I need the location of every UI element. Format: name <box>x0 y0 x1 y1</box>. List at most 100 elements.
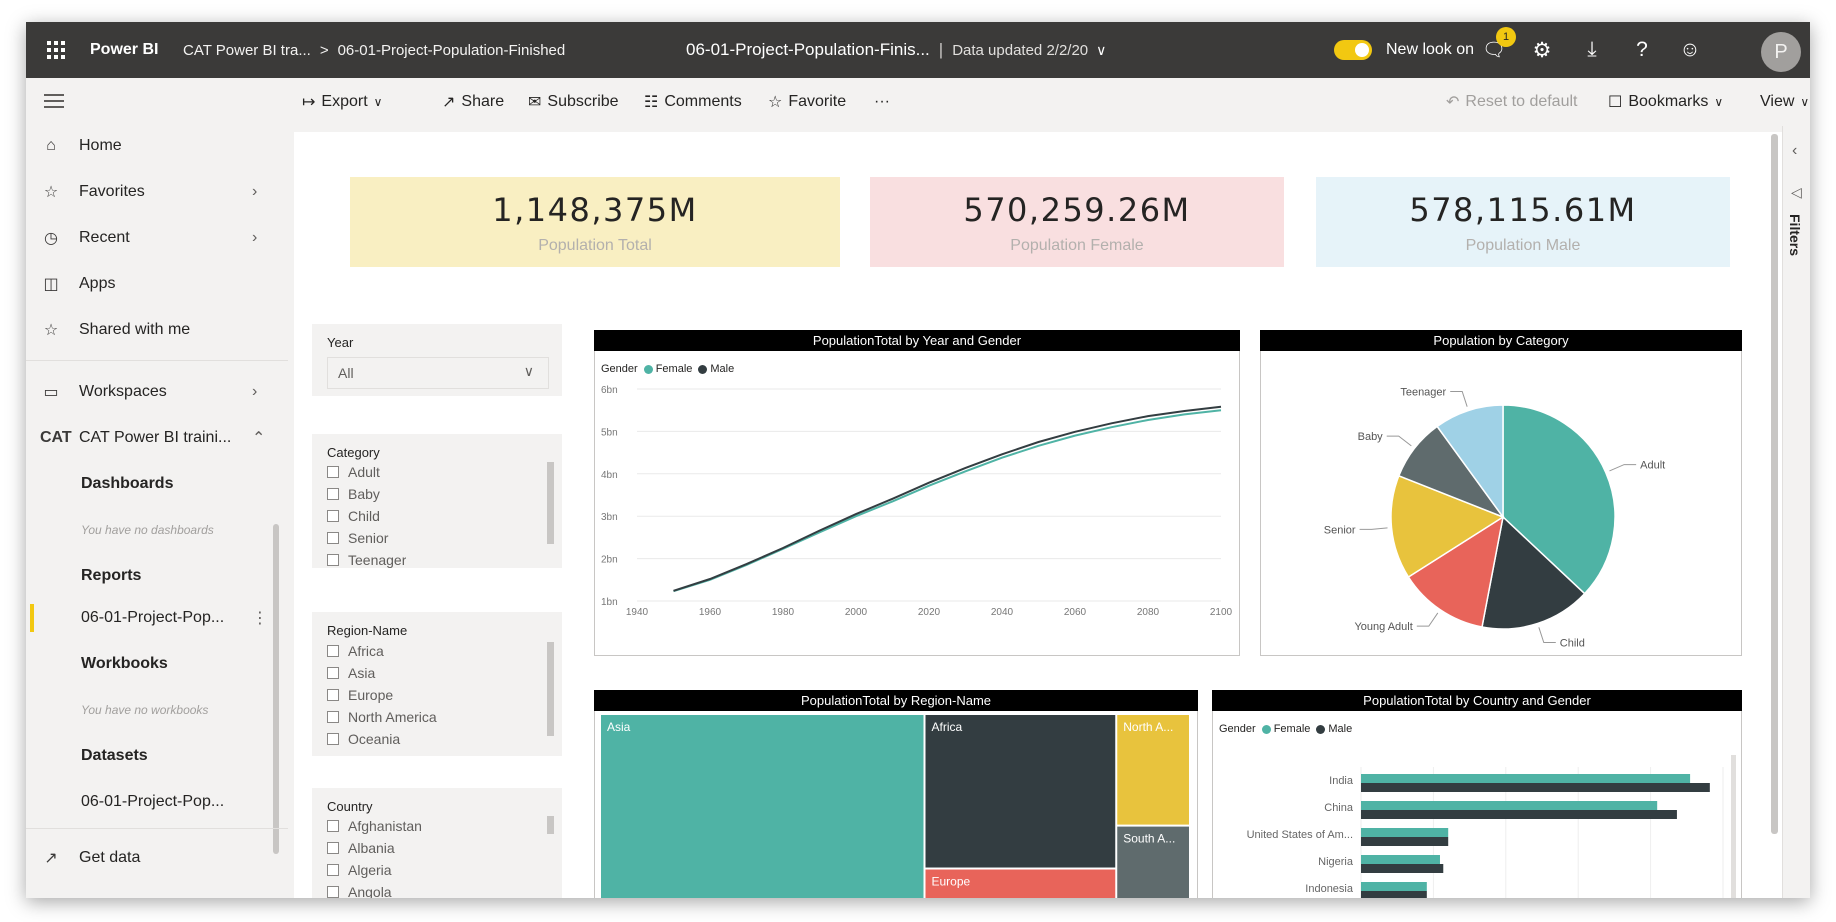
slicer-option[interactable]: Europe <box>327 687 393 703</box>
checkbox[interactable] <box>327 886 339 898</box>
more-options-button[interactable]: ··· <box>874 78 890 126</box>
export-button[interactable]: ↦ Export ∨ <box>302 78 382 126</box>
undo-icon: ↶ <box>1446 94 1460 111</box>
app-name[interactable]: Power BI <box>90 22 158 78</box>
line-chart-visual[interactable]: PopulationTotal by Year and Gender Gende… <box>594 330 1240 656</box>
slicer-category: Category Adult Baby Child Senior Teenage… <box>312 434 562 568</box>
workbooks-heading: Workbooks <box>81 655 168 672</box>
home-icon: ⌂ <box>46 137 56 154</box>
slicer-scrollbar[interactable] <box>547 816 554 834</box>
checkbox[interactable] <box>327 532 339 544</box>
checkbox[interactable] <box>327 864 339 876</box>
breadcrumb-workspace[interactable]: CAT Power BI tra... <box>183 42 311 59</box>
nav-item-report[interactable]: 06-01-Project-Pop... ⋮ <box>26 600 288 636</box>
settings-button[interactable]: ⚙ <box>1524 22 1560 78</box>
breadcrumb-report[interactable]: 06-01-Project-Population-Finished <box>338 42 566 59</box>
report-title: 06-01-Project-Population-Finis... <box>686 40 930 59</box>
nav-item-favorites[interactable]: ☆ Favorites › <box>26 174 288 210</box>
slicer-scrollbar[interactable] <box>547 642 554 736</box>
nav-item-get-data[interactable]: ↗ Get data <box>26 840 288 876</box>
y-tick-label: 2bn <box>601 555 618 566</box>
chevron-right-icon: › <box>252 229 258 246</box>
card-population-total[interactable]: 1,148,375M Population Total <box>350 177 840 267</box>
slicer-option[interactable]: Afghanistan <box>327 818 422 834</box>
slicer-option[interactable]: North America <box>327 709 437 725</box>
checkbox[interactable] <box>327 667 339 679</box>
checkbox[interactable] <box>327 510 339 522</box>
checkbox[interactable] <box>327 842 339 854</box>
bookmark-icon: ☐ <box>1608 94 1623 111</box>
download-button[interactable]: ⤓ <box>1574 22 1610 78</box>
favorite-button[interactable]: ☆ Favorite <box>768 78 846 126</box>
checkbox[interactable] <box>327 645 339 657</box>
bookmarks-button[interactable]: ☐ Bookmarks ∨ <box>1608 78 1723 126</box>
slicer-option[interactable]: Algeria <box>327 862 392 878</box>
slicer-option[interactable]: Oceania <box>327 731 400 747</box>
hamburger-icon[interactable] <box>44 94 64 112</box>
checkbox[interactable] <box>327 689 339 701</box>
slicer-option[interactable]: Senior <box>327 530 388 546</box>
option-label: Senior <box>348 530 389 546</box>
chevron-right-icon: › <box>252 183 258 200</box>
y-tick-label: 1bn <box>601 597 618 608</box>
comments-button[interactable]: ☷ Comments <box>644 78 742 126</box>
nav-section-reports[interactable]: Reports <box>26 558 288 594</box>
nav-item-dataset[interactable]: 06-01-Project-Pop... <box>26 784 288 820</box>
view-button[interactable]: View ∨ <box>1760 78 1809 126</box>
notifications-button[interactable]: 🗨 1 <box>1476 22 1516 78</box>
reset-to-default-button[interactable]: ↶ Reset to default <box>1446 78 1577 126</box>
option-label: Oceania <box>348 731 401 747</box>
nav-item-apps[interactable]: ◫ Apps <box>26 266 288 302</box>
nav-scrollbar[interactable] <box>273 524 279 854</box>
slicer-option[interactable]: Albania <box>327 840 395 856</box>
slicer-option[interactable]: Africa <box>327 643 384 659</box>
checkbox[interactable] <box>327 466 339 478</box>
nav-section-datasets[interactable]: Datasets <box>26 738 288 774</box>
x-tick-label: 2100 <box>1210 607 1233 618</box>
slicer-scrollbar[interactable] <box>547 462 554 544</box>
nav-item-workspace-current[interactable]: CAT CAT Power BI traini... ⌃ <box>26 420 288 456</box>
slicer-option[interactable]: Child <box>327 508 380 524</box>
treemap-label: South A... <box>1123 832 1175 846</box>
avatar[interactable]: Ρ <box>1761 32 1801 72</box>
card-population-male[interactable]: 578,115.61M Population Male <box>1316 177 1730 267</box>
x-tick-label: 2060 <box>1064 607 1087 618</box>
nav-section-workbooks[interactable]: Workbooks <box>26 646 288 682</box>
card-label: Population Total <box>538 237 652 254</box>
checkbox[interactable] <box>327 711 339 723</box>
checkbox[interactable] <box>327 554 339 566</box>
report-title-menu[interactable]: 06-01-Project-Population-Finis... | Data… <box>686 22 1106 78</box>
nav-item-shared[interactable]: ☆ Shared with me <box>26 312 288 348</box>
shared-icon: ☆ <box>43 322 59 339</box>
share-button[interactable]: ↗ Share <box>442 78 504 126</box>
help-button[interactable]: ? <box>1624 22 1660 78</box>
apps-icon: ◫ <box>43 276 59 293</box>
filters-pane[interactable]: ‹ ◁ Filters <box>1782 126 1810 898</box>
treemap-visual[interactable]: PopulationTotal by Region-Name Asia Afric… <box>594 690 1198 898</box>
pie-chart-visual[interactable]: Population by Category Adult Child Young A… <box>1260 330 1742 656</box>
slicer-option[interactable]: Teenager <box>327 552 406 568</box>
checkbox[interactable] <box>327 820 339 832</box>
feedback-button[interactable]: ☺ <box>1672 22 1708 78</box>
subscribe-button[interactable]: ✉ Subscribe <box>528 78 619 126</box>
slicer-option[interactable]: Asia <box>327 665 375 681</box>
card-population-female[interactable]: 570,259.26M Population Female <box>870 177 1284 267</box>
app-launcher-button[interactable] <box>38 22 74 78</box>
nav-item-home[interactable]: ⌂ Home <box>26 128 288 164</box>
year-dropdown[interactable]: All ∨ <box>327 357 549 389</box>
more-options-icon[interactable]: ⋮ <box>252 608 268 628</box>
checkbox[interactable] <box>327 733 339 745</box>
canvas-scrollbar[interactable] <box>1771 134 1778 834</box>
y-tick-label: 6bn <box>601 385 618 396</box>
slicer-option[interactable]: Angola <box>327 884 392 898</box>
slicer-option[interactable]: Baby <box>327 486 380 502</box>
checkbox[interactable] <box>327 488 339 500</box>
slicer-option[interactable]: Adult <box>327 464 380 480</box>
nav-section-dashboards[interactable]: Dashboards <box>26 466 288 502</box>
nav-item-workspaces[interactable]: ▭ Workspaces › <box>26 374 288 410</box>
nav-item-recent[interactable]: ◷ Recent › <box>26 220 288 256</box>
new-look-toggle[interactable]: New look on <box>1334 22 1474 78</box>
bar-chart-visual[interactable]: PopulationTotal by Country and Gender Ge… <box>1212 690 1742 898</box>
new-look-label: New look on <box>1386 41 1475 58</box>
chevron-left-icon[interactable]: ‹ <box>1792 142 1797 160</box>
